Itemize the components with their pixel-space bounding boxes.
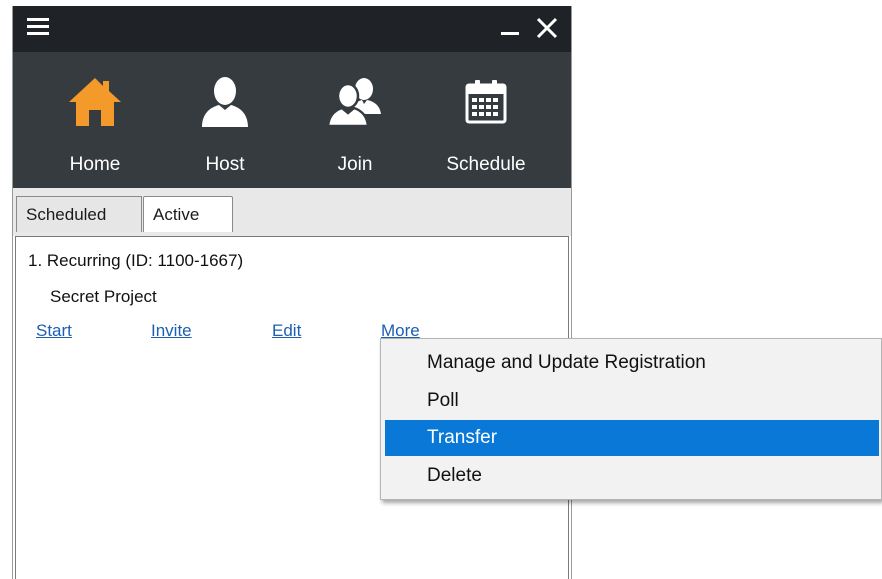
home-button[interactable]: Home <box>35 52 155 188</box>
close-button[interactable] <box>533 14 561 42</box>
main-toolbar: Home Host Join Schedule <box>13 52 571 188</box>
title-bar <box>13 6 571 52</box>
people-icon <box>326 78 381 128</box>
menu-item-poll[interactable]: Poll <box>385 383 879 419</box>
schedule-button[interactable]: Schedule <box>426 52 546 188</box>
menu-item-manage-registration[interactable]: Manage and Update Registration <box>385 345 879 381</box>
home-icon <box>69 78 121 126</box>
close-icon <box>536 17 558 39</box>
join-label: Join <box>337 154 373 175</box>
calendar-icon <box>465 80 507 124</box>
menu-icon[interactable] <box>27 18 49 36</box>
invite-link[interactable]: Invite <box>151 321 192 341</box>
person-icon <box>202 77 248 127</box>
edit-link[interactable]: Edit <box>272 321 301 341</box>
more-context-menu: Manage and Update Registration Poll Tran… <box>380 338 882 500</box>
schedule-label: Schedule <box>446 154 526 175</box>
host-button[interactable]: Host <box>165 52 285 188</box>
minimize-icon <box>501 32 519 35</box>
join-button[interactable]: Join <box>295 52 415 188</box>
meeting-title: 1. Recurring (ID: 1100-1667) <box>28 251 244 270</box>
tab-scheduled[interactable]: Scheduled <box>16 196 142 232</box>
meeting-name: Secret Project <box>50 287 157 306</box>
host-label: Host <box>205 154 245 175</box>
menu-item-transfer[interactable]: Transfer <box>385 420 879 456</box>
tab-bar: Scheduled Active <box>13 188 571 236</box>
menu-item-delete[interactable]: Delete <box>385 458 879 494</box>
tab-active[interactable]: Active <box>143 196 233 232</box>
home-label: Home <box>69 154 121 175</box>
start-link[interactable]: Start <box>36 321 72 341</box>
minimize-button[interactable] <box>497 14 523 42</box>
